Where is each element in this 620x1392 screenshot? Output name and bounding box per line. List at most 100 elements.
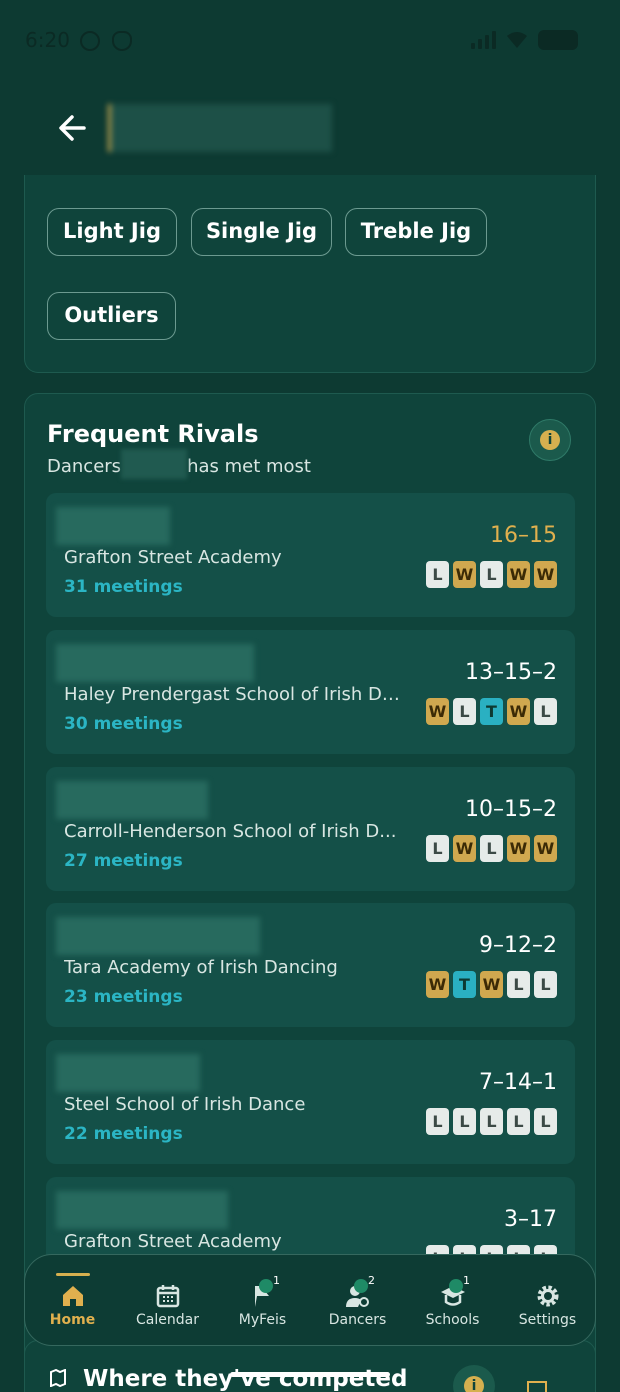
form-result: L xyxy=(507,971,530,998)
form-result: W xyxy=(534,835,557,862)
map-icon xyxy=(50,1369,66,1387)
nav-badge: 1 xyxy=(463,1274,470,1287)
info-button[interactable]: i xyxy=(529,419,571,461)
chip-outliers[interactable]: Outliers xyxy=(47,292,176,340)
chip-single-jig[interactable]: Single Jig xyxy=(191,208,332,256)
badge-dot xyxy=(259,1279,273,1293)
signal-icon xyxy=(471,31,496,49)
nav-label: Dancers xyxy=(328,1312,387,1328)
rival-name-redacted xyxy=(56,1054,200,1092)
form-result: L xyxy=(507,1108,530,1135)
rival-row[interactable]: Carroll-Henderson School of Irish D... 2… xyxy=(46,767,575,891)
expand-icon[interactable] xyxy=(527,1381,547,1392)
nav-badge: 1 xyxy=(273,1274,280,1287)
where-competed-card: Where they've competed i xyxy=(24,1340,596,1392)
rival-record: 3–17 xyxy=(504,1207,557,1232)
rival-record: 13–15–2 xyxy=(465,660,557,685)
rival-row[interactable]: Grafton Street Academy 31 meetings 16–15… xyxy=(46,493,575,617)
nav-schools[interactable]: 1 Schools xyxy=(405,1255,500,1345)
info-button[interactable]: i xyxy=(453,1365,495,1392)
rival-school: Grafton Street Academy xyxy=(64,1231,282,1252)
chip-treble-jig[interactable]: Treble Jig xyxy=(345,208,487,256)
nav-myfeis[interactable]: 1 MyFeis xyxy=(215,1255,310,1345)
status-time: 6:20 xyxy=(25,28,70,52)
form-result: W xyxy=(453,561,476,588)
rival-meetings: 23 meetings xyxy=(64,987,183,1007)
nav-calendar[interactable]: Calendar xyxy=(120,1255,215,1345)
form-result: L xyxy=(480,1108,503,1135)
nav-badge: 2 xyxy=(368,1274,375,1287)
badge-dot xyxy=(449,1279,463,1293)
shield-status-icon xyxy=(112,31,132,51)
recent-form: L W L W W xyxy=(426,561,557,588)
status-bar: 6:20 xyxy=(0,0,620,84)
gear-icon xyxy=(537,1285,559,1307)
rival-school: Steel School of Irish Dance xyxy=(64,1094,306,1115)
form-result: L xyxy=(480,561,503,588)
rival-name-redacted xyxy=(56,507,170,545)
form-result: T xyxy=(480,698,503,725)
battery-icon xyxy=(538,30,578,50)
recent-form: L W L W W xyxy=(426,835,557,862)
rival-row[interactable]: Tara Academy of Irish Dancing 23 meeting… xyxy=(46,903,575,1027)
form-result: W xyxy=(453,835,476,862)
calendar-icon xyxy=(156,1285,180,1308)
form-result: L xyxy=(480,835,503,862)
bottom-nav: Home Calendar 1 MyFeis 2 Dancers 1 Schoo… xyxy=(24,1254,596,1346)
home-indicator xyxy=(230,1372,390,1377)
nav-label: Schools xyxy=(425,1312,480,1328)
rival-name-redacted xyxy=(56,917,260,955)
nav-label: Home xyxy=(49,1312,96,1328)
rival-meetings: 30 meetings xyxy=(64,714,183,734)
back-arrow-icon[interactable] xyxy=(56,108,90,148)
form-result: L xyxy=(453,1108,476,1135)
form-result: W xyxy=(534,561,557,588)
form-result: W xyxy=(480,971,503,998)
form-result: W xyxy=(507,698,530,725)
info-status-icon xyxy=(80,31,100,51)
chip-light-jig[interactable]: Light Jig xyxy=(47,208,177,256)
rival-meetings: 22 meetings xyxy=(64,1124,183,1144)
section-subtitle: Dancers has met most xyxy=(47,449,311,479)
rival-school: Tara Academy of Irish Dancing xyxy=(64,957,338,978)
form-result: L xyxy=(534,698,557,725)
nav-label: Calendar xyxy=(136,1312,199,1328)
form-result: T xyxy=(453,971,476,998)
rival-record: 16–15 xyxy=(490,523,557,548)
rival-row[interactable]: Steel School of Irish Dance 22 meetings … xyxy=(46,1040,575,1164)
form-result: W xyxy=(426,971,449,998)
info-icon: i xyxy=(464,1376,484,1392)
rival-name-redacted xyxy=(56,644,254,682)
form-result: L xyxy=(426,1108,449,1135)
nav-dancers[interactable]: 2 Dancers xyxy=(310,1255,405,1345)
form-result: L xyxy=(534,971,557,998)
rival-row[interactable]: Haley Prendergast School of Irish Da... … xyxy=(46,630,575,754)
rival-record: 10–15–2 xyxy=(465,797,557,822)
rival-meetings: 31 meetings xyxy=(64,577,183,597)
recent-form: W T W L L xyxy=(426,971,557,998)
rival-school: Carroll-Henderson School of Irish D... xyxy=(64,821,397,842)
status-right xyxy=(471,30,578,50)
nav-label: Settings xyxy=(518,1312,577,1328)
recent-form: W L T W L xyxy=(426,698,557,725)
dancer-name-redacted xyxy=(121,449,188,479)
form-result: W xyxy=(507,561,530,588)
nav-settings[interactable]: Settings xyxy=(500,1255,595,1345)
form-result: L xyxy=(426,835,449,862)
rival-name-redacted xyxy=(56,781,208,819)
wifi-icon xyxy=(507,32,527,48)
form-result: W xyxy=(426,698,449,725)
rival-record: 9–12–2 xyxy=(479,933,557,958)
info-icon: i xyxy=(540,430,560,450)
nav-home[interactable]: Home xyxy=(25,1255,120,1345)
recent-form: L L L L L xyxy=(426,1108,557,1135)
rival-school: Haley Prendergast School of Irish Da... xyxy=(64,684,404,705)
section-title: Where they've competed xyxy=(83,1366,408,1392)
badge-dot xyxy=(354,1279,368,1293)
form-result: L xyxy=(426,561,449,588)
rival-school: Grafton Street Academy xyxy=(64,547,282,568)
dance-filter-card: Light Jig Single Jig Treble Jig Outliers xyxy=(24,175,596,373)
rival-name-redacted xyxy=(56,1191,228,1229)
active-indicator xyxy=(56,1273,90,1276)
page-title-redacted xyxy=(108,104,332,152)
